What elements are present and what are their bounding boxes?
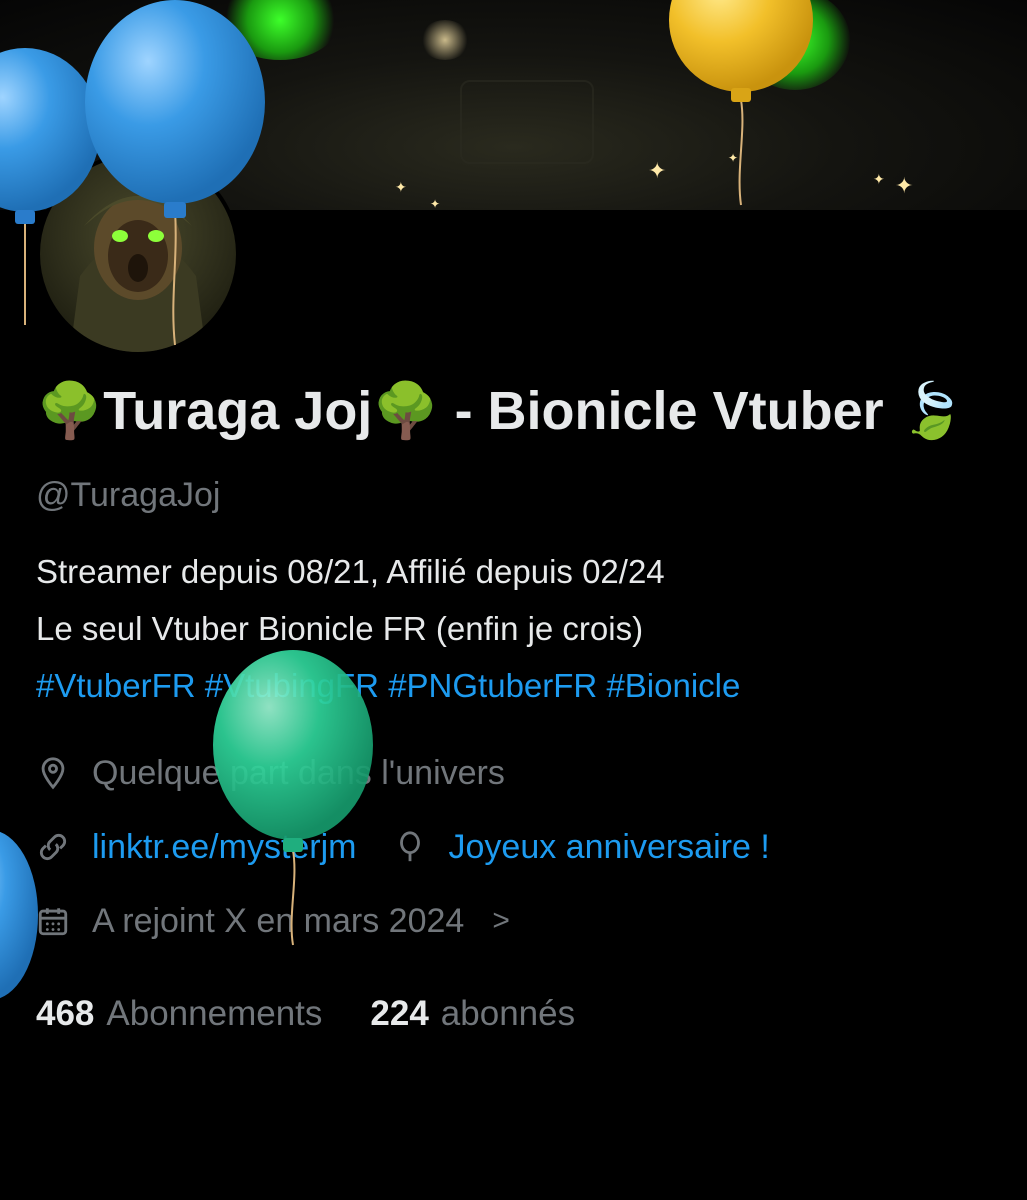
- banner-green-light: [220, 0, 340, 60]
- following-label: Abonnements: [106, 994, 323, 1033]
- banner-artwork: [460, 80, 594, 164]
- followers-link[interactable]: 224 abonnés: [370, 994, 575, 1034]
- bio: Streamer depuis 08/21, Affilié depuis 02…: [36, 543, 996, 714]
- sparkle-icon: ✦: [395, 179, 407, 195]
- hashtag-link[interactable]: #VtuberFR: [36, 667, 196, 704]
- follow-stats: 468 Abonnements 224 abonnés: [36, 994, 996, 1034]
- links-row: linktr.ee/mysterjm Joyeux anniversaire !: [36, 810, 996, 884]
- website-item: linktr.ee/mysterjm: [36, 828, 357, 867]
- hashtag-link[interactable]: #VtubingFR: [205, 667, 379, 704]
- display-name-rest: - Bionicle Vtuber: [439, 381, 899, 441]
- sparkle-icon: ✦: [728, 151, 739, 165]
- following-count: 468: [36, 994, 95, 1033]
- followers-label: abonnés: [440, 994, 576, 1033]
- joined-row[interactable]: A rejoint X en mars 2024 >: [36, 884, 996, 958]
- location-row: Quelque part dans l'univers: [36, 736, 996, 810]
- tree-emoji-icon: 🌳: [36, 381, 104, 441]
- hashtag-link[interactable]: #Bionicle: [606, 667, 740, 704]
- website-link[interactable]: linktr.ee/mysterjm: [92, 828, 357, 867]
- avatar[interactable]: [36, 152, 240, 356]
- tree-emoji-icon: 🌳: [372, 381, 440, 441]
- location-text: Quelque part dans l'univers: [92, 753, 505, 792]
- leaf-emoji-icon: 🍃: [898, 381, 966, 441]
- followers-count: 224: [370, 994, 429, 1033]
- calendar-icon: [38, 908, 68, 936]
- handle: @TuragaJoj: [36, 476, 221, 514]
- bio-line: Streamer depuis 08/21, Affilié depuis 02…: [36, 553, 665, 590]
- display-name: 🌳Turaga Joj🌳 - Bionicle Vtuber 🍃: [36, 370, 996, 452]
- location-icon: [41, 757, 65, 790]
- sparkle-icon: ✦: [895, 173, 914, 198]
- avatar-image: [70, 196, 206, 352]
- sparkle-icon: ✦: [648, 158, 667, 183]
- birthday-link[interactable]: Joyeux anniversaire !: [449, 828, 770, 867]
- joined-text: A rejoint X en mars 2024: [92, 901, 465, 940]
- profile-meta: Quelque part dans l'univers linktr.ee/my…: [36, 736, 996, 958]
- link-icon: [39, 833, 67, 861]
- birthday-item: Joyeux anniversaire !: [393, 828, 770, 867]
- banner-lamp: [420, 20, 470, 60]
- sparkle-icon: ✦: [873, 171, 885, 187]
- hashtag-link[interactable]: #PNGtuberFR: [388, 667, 597, 704]
- display-name-main: Turaga Joj: [103, 381, 373, 441]
- bio-hashtags: #VtuberFR #VtubingFR #PNGtuberFR #Bionic…: [36, 657, 996, 714]
- following-link[interactable]: 468 Abonnements: [36, 994, 322, 1034]
- banner-green-light: [740, 0, 850, 90]
- profile-info: 🌳Turaga Joj🌳 - Bionicle Vtuber 🍃 @Turaga…: [36, 370, 996, 1034]
- sparkle-icon: ✦: [430, 197, 441, 210]
- balloon-icon: [399, 831, 420, 862]
- bio-line: Le seul Vtuber Bionicle FR (enfin je cro…: [36, 610, 644, 647]
- balloon-blue-bottom: [0, 831, 38, 999]
- chevron-right-icon: >: [492, 904, 510, 937]
